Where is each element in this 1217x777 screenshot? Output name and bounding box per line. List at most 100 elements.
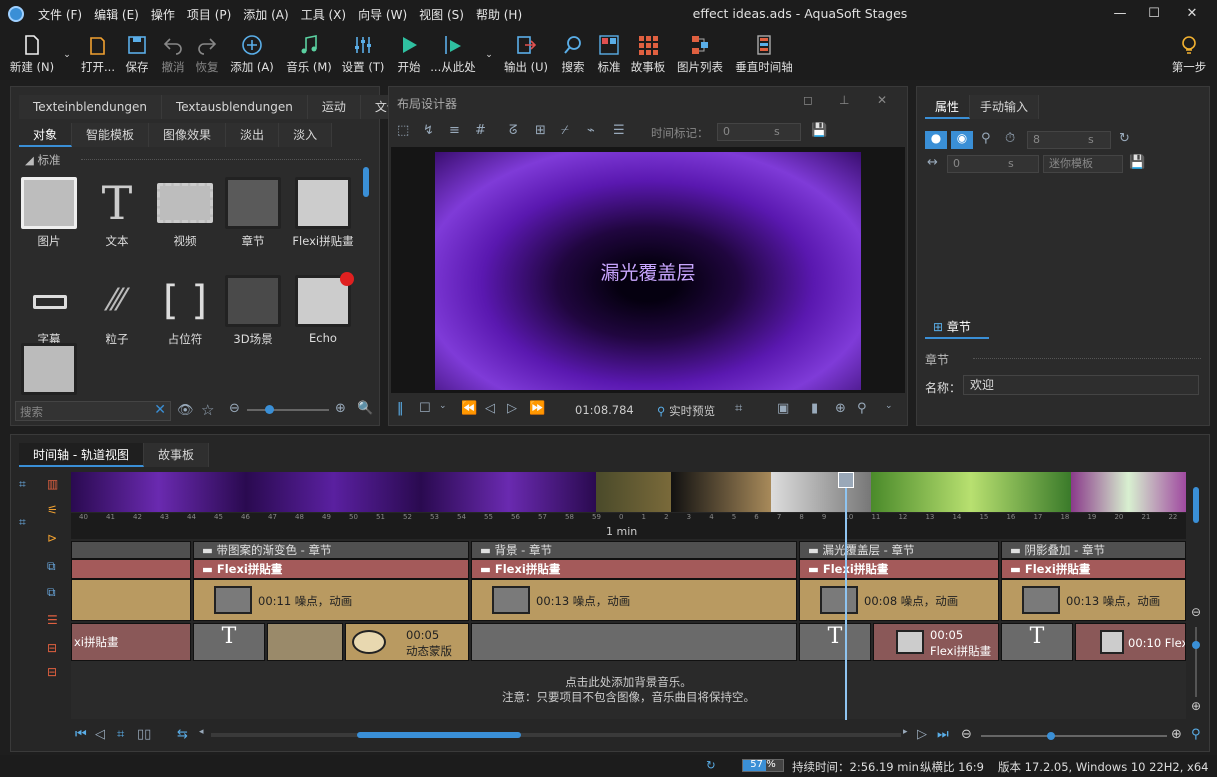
menu-wizard[interactable]: 向导 (W): [352, 6, 413, 23]
live-preview-toggle[interactable]: ⚲ 实时预览: [657, 403, 715, 419]
track-tool-5-icon[interactable]: ⧉: [47, 585, 65, 601]
first-step-button[interactable]: 第一步: [1168, 30, 1210, 78]
rewind-icon[interactable]: ⏪: [461, 401, 477, 416]
object-echo[interactable]: Echo: [287, 272, 359, 345]
chapter-clip-3[interactable]: ▬ 漏光覆盖层 - 章节: [799, 541, 999, 559]
wand-icon[interactable]: ⌿: [561, 123, 569, 138]
chapter-clip-1[interactable]: ▬ 带图案的渐变色 - 章节: [193, 541, 469, 559]
playhead-handle[interactable]: [838, 472, 854, 488]
noise-clip-prev[interactable]: [71, 579, 191, 621]
tab-text-out[interactable]: Textausblendungen: [161, 95, 308, 119]
new-button[interactable]: 新建 (N): [6, 30, 58, 78]
fast-forward-icon[interactable]: ⏩: [529, 401, 545, 416]
pin-icon[interactable]: ⊥: [839, 93, 849, 107]
preview-canvas[interactable]: 漏光覆盖层: [435, 152, 861, 390]
text-clip-3[interactable]: T: [1001, 623, 1073, 661]
path-tool-icon[interactable]: ↯: [423, 123, 434, 138]
thumbnail-strip[interactable]: [71, 472, 1186, 512]
search-input[interactable]: 搜索 ✕: [15, 401, 171, 421]
align-icon[interactable]: ≡: [449, 123, 460, 138]
crop-icon[interactable]: ⊞: [535, 123, 546, 138]
minimize-button[interactable]: —: [1103, 0, 1137, 28]
zoom-preview-icon[interactable]: ⚲: [857, 401, 867, 416]
timeline-search-icon[interactable]: ⚲: [1191, 727, 1201, 742]
zoom-in-preview-icon[interactable]: ⊕: [835, 401, 846, 416]
step-back-icon[interactable]: ◁: [95, 727, 105, 742]
settings-button[interactable]: 设置 (T): [340, 30, 386, 78]
noise-clip-2[interactable]: 00:13 噪点，动画: [471, 579, 797, 621]
panel-close-icon[interactable]: ✕: [877, 93, 887, 107]
grid-icon[interactable]: #: [475, 123, 486, 138]
track-tool-6-icon[interactable]: ☰: [47, 613, 65, 629]
chapter-name-input[interactable]: 欢迎: [963, 375, 1199, 395]
grouped-clips[interactable]: [267, 623, 343, 661]
stopwatch-icon[interactable]: ⏱: [1005, 131, 1015, 146]
vertical-timeline-button[interactable]: 垂直时间轴: [732, 30, 796, 78]
tab-chapter[interactable]: ⊞ 章节: [925, 315, 989, 339]
timeline-vertical-scrollbar[interactable]: [1193, 487, 1199, 523]
object-particles[interactable]: ⁄⁄⁄ 粒子: [85, 275, 149, 347]
mini-template-select[interactable]: 迷你模板: [1043, 155, 1123, 173]
menu-view[interactable]: 视图 (S): [413, 6, 470, 23]
play-start-button[interactable]: 开始: [392, 30, 426, 78]
mask-clip[interactable]: 00:05 动态蒙版: [345, 623, 469, 661]
go-end-icon[interactable]: ⏭: [937, 727, 949, 742]
undo-button[interactable]: 撤消: [156, 30, 190, 78]
scroll-right-icon[interactable]: ▸: [903, 727, 908, 737]
section-standard[interactable]: ◢ 标准: [25, 152, 61, 168]
save-template-icon[interactable]: 💾: [1129, 155, 1145, 170]
refresh-icon[interactable]: ↻: [1119, 131, 1130, 146]
search-zoom-icon[interactable]: 🔍: [357, 401, 373, 416]
flexi-clip-2[interactable]: ▬ Flexi拼貼畫: [471, 559, 797, 579]
screen-icon[interactable]: ▣: [777, 401, 789, 416]
more-options-icon[interactable]: ⌄: [885, 401, 893, 411]
eye-icon[interactable]: 👁: [177, 403, 194, 418]
timeline-zoom-slider[interactable]: [981, 732, 1167, 740]
tab-properties[interactable]: 属性: [925, 95, 971, 119]
object-3d-scene[interactable]: 3D场景: [221, 275, 285, 347]
tab-image-effects[interactable]: 图像效果: [149, 123, 227, 147]
stop-icon[interactable]: ☐: [419, 401, 431, 416]
maximize-button[interactable]: ☐: [1137, 0, 1171, 28]
menu-help[interactable]: 帮助 (H): [470, 6, 528, 23]
export-button[interactable]: 输出 (U): [502, 30, 550, 78]
flexi-clip-left[interactable]: xi拼貼畫: [71, 623, 191, 661]
save-marker-icon[interactable]: 💾: [811, 123, 827, 138]
menu-actions[interactable]: 操作: [145, 6, 181, 23]
music-button[interactable]: 音乐 (M): [284, 30, 334, 78]
redo-button[interactable]: 恢复: [190, 30, 224, 78]
flexi-clip-1[interactable]: ▬ Flexi拼貼畫: [193, 559, 469, 579]
chapter-clip-4[interactable]: ▬ 阴影叠加 - 章节: [1001, 541, 1186, 559]
new-dropdown[interactable]: ⌄: [60, 30, 74, 78]
menu-tools[interactable]: 工具 (X): [295, 6, 352, 23]
restore-icon[interactable]: ◻: [803, 93, 813, 107]
track-tool-2-icon[interactable]: ⚟: [47, 503, 65, 519]
last-clip[interactable]: 00:10 Flex: [1075, 623, 1186, 661]
width-icon[interactable]: ↔: [927, 155, 938, 170]
go-start-icon[interactable]: ⏮: [75, 727, 87, 742]
motion-path-icon[interactable]: ᘔ: [509, 123, 517, 138]
object-flexi-collage[interactable]: Flexi拼贴畫: [287, 177, 359, 249]
fit-selection-icon[interactable]: ⌗: [19, 515, 37, 531]
star-icon[interactable]: ☆: [201, 401, 214, 419]
zoom-out-icon[interactable]: ⊖: [229, 401, 240, 416]
menu-add[interactable]: 添加 (A): [237, 6, 294, 23]
close-button[interactable]: ✕: [1175, 0, 1209, 28]
noise-clip-4[interactable]: 00:13 噪点，动画: [1001, 579, 1186, 621]
noise-clip-1[interactable]: 00:11 噪点，动画: [193, 579, 469, 621]
track-tool-7-icon[interactable]: ⊟: [47, 641, 65, 657]
object-subtitle[interactable]: 字幕: [17, 275, 81, 347]
object-extra[interactable]: [17, 343, 81, 399]
offset-input[interactable]: 0s: [947, 155, 1039, 173]
visibility-toggle[interactable]: ●: [925, 131, 947, 149]
object-chapter[interactable]: 章节: [221, 177, 285, 249]
chapter-clip-2[interactable]: ▬ 背景 - 章节: [471, 541, 797, 559]
object-placeholder[interactable]: [ ] 占位符: [153, 275, 217, 347]
list-icon[interactable]: ☰: [613, 123, 625, 138]
text-clip-2[interactable]: T: [799, 623, 871, 661]
track-tool-4-icon[interactable]: ⧉: [47, 559, 65, 575]
horizontal-scrollbar[interactable]: [211, 732, 901, 738]
track-tool-3-icon[interactable]: ⊳: [47, 531, 65, 547]
search-button[interactable]: 搜索: [556, 30, 590, 78]
time-marker-input[interactable]: 0s: [717, 123, 801, 141]
